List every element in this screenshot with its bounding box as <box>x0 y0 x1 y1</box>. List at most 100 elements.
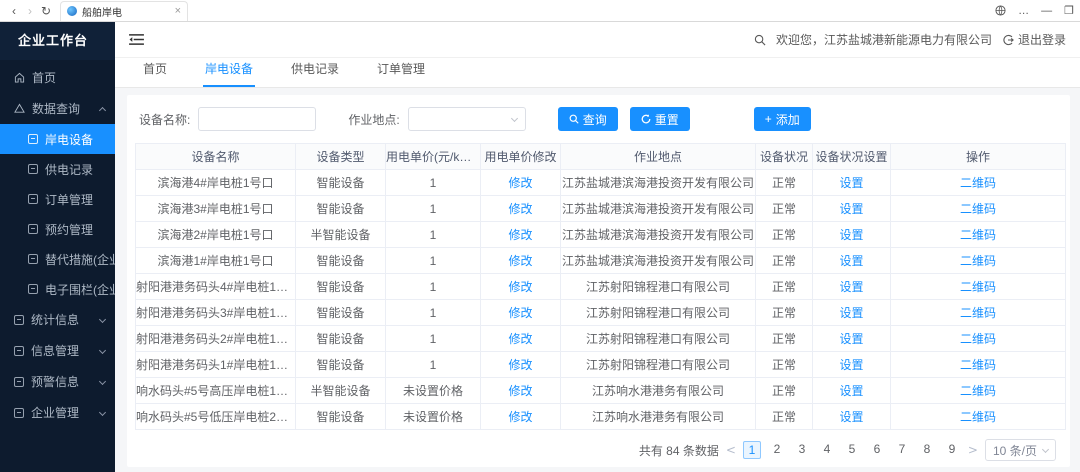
window-restore-icon[interactable]: ❐ <box>1064 4 1074 17</box>
sidebar-item-alternative-measures[interactable]: 替代措施(企业) <box>0 244 115 274</box>
modify-price-link[interactable]: 修改 <box>508 254 532 268</box>
app-title: 企业工作台 <box>0 22 115 60</box>
tab-power-supply-records[interactable]: 供电记录 <box>289 60 341 87</box>
sidebar-group-statistics[interactable]: 统计信息 <box>0 304 115 335</box>
status-setting-link[interactable]: 设置 <box>839 254 863 268</box>
logout-button[interactable]: 退出登录 <box>1002 31 1066 48</box>
status-setting-link[interactable]: 设置 <box>839 202 863 216</box>
sidebar-group-label: 统计信息 <box>31 311 79 328</box>
sidebar-item-power-supply-records[interactable]: 供电记录 <box>0 154 115 184</box>
status-setting-link[interactable]: 设置 <box>839 280 863 294</box>
qr-code-link[interactable]: 二维码 <box>960 228 996 242</box>
qr-code-link[interactable]: 二维码 <box>960 410 996 424</box>
pagination-prev-icon[interactable]: < <box>726 443 736 457</box>
col-location: 作业地点 <box>561 144 756 170</box>
modify-price-link[interactable]: 修改 <box>508 280 532 294</box>
pagination-page-5[interactable]: 5 <box>843 441 861 459</box>
qr-code-link[interactable]: 二维码 <box>960 254 996 268</box>
sidebar-collapse-icon[interactable] <box>129 33 144 46</box>
add-button[interactable]: + 添加 <box>754 107 811 131</box>
modify-price-link[interactable]: 修改 <box>508 228 532 242</box>
col-unit-price: 用电单价(元/kW-h) <box>386 144 481 170</box>
fence-icon <box>28 284 38 294</box>
sidebar-item-label: 供电记录 <box>45 161 93 178</box>
cell-device-name: 滨海港4#岸电桩1号口 <box>136 170 296 196</box>
qr-code-link[interactable]: 二维码 <box>960 176 996 190</box>
sidebar-group-warning[interactable]: 预警信息 <box>0 366 115 397</box>
chevron-down-icon <box>1042 445 1049 452</box>
status-setting-link[interactable]: 设置 <box>839 228 863 242</box>
modify-price-link[interactable]: 修改 <box>508 176 532 190</box>
device-icon <box>28 134 38 144</box>
top-header: 欢迎您，江苏盐城港新能源电力有限公司 退出登录 <box>115 22 1080 58</box>
pagination-page-7[interactable]: 7 <box>893 441 911 459</box>
reservation-icon <box>28 224 38 234</box>
pagination-page-2[interactable]: 2 <box>768 441 786 459</box>
sidebar-item-order-management[interactable]: 订单管理 <box>0 184 115 214</box>
tab-close-icon[interactable]: × <box>175 5 181 17</box>
tab-order-management[interactable]: 订单管理 <box>375 60 427 87</box>
pagination-page-1[interactable]: 1 <box>743 441 761 459</box>
sidebar-group-information[interactable]: 信息管理 <box>0 335 115 366</box>
browser-tab[interactable]: 船舶岸电 × <box>60 1 188 21</box>
pagination-page-4[interactable]: 4 <box>818 441 836 459</box>
qr-code-link[interactable]: 二维码 <box>960 358 996 372</box>
table-row: 射阳港港务码头2#岸电桩1号口 智能设备 1 修改 江苏射阳锦程港口有限公司 正… <box>136 326 1066 352</box>
chevron-down-icon <box>511 114 518 121</box>
sidebar-group-enterprise[interactable]: 企业管理 <box>0 397 115 428</box>
tab-shore-power-device[interactable]: 岸电设备 <box>203 60 255 87</box>
sidebar-item-home[interactable]: 首页 <box>0 62 115 93</box>
status-setting-link[interactable]: 设置 <box>839 332 863 346</box>
window-minimize-icon[interactable]: — <box>1041 5 1052 17</box>
cell-device-name: 滨海港1#岸电桩1号口 <box>136 248 296 274</box>
search-icon[interactable] <box>754 34 766 46</box>
cell-device-type: 智能设备 <box>296 326 386 352</box>
pagination-page-6[interactable]: 6 <box>868 441 886 459</box>
modify-price-link[interactable]: 修改 <box>508 306 532 320</box>
tab-home[interactable]: 首页 <box>141 60 169 87</box>
globe-icon[interactable] <box>995 5 1006 16</box>
sidebar-group-label: 预警信息 <box>31 373 79 390</box>
sidebar-group-data-query[interactable]: 数据查询 <box>0 93 115 124</box>
browser-forward-icon[interactable]: › <box>22 4 38 18</box>
status-setting-link[interactable]: 设置 <box>839 384 863 398</box>
qr-code-link[interactable]: 二维码 <box>960 384 996 398</box>
search-button[interactable]: 查询 <box>558 107 618 131</box>
sidebar-item-shore-power-device[interactable]: 岸电设备 <box>0 124 115 154</box>
pagination-page-9[interactable]: 9 <box>943 441 961 459</box>
modify-price-link[interactable]: 修改 <box>508 202 532 216</box>
qr-code-link[interactable]: 二维码 <box>960 332 996 346</box>
browser-more-icon[interactable]: … <box>1018 5 1029 17</box>
reset-button-label: 重置 <box>655 111 679 128</box>
sidebar-group-label: 数据查询 <box>32 100 80 117</box>
modify-price-link[interactable]: 修改 <box>508 332 532 346</box>
cell-location: 江苏盐城港滨海港投资开发有限公司 <box>561 248 756 274</box>
refresh-icon <box>641 114 651 124</box>
status-setting-link[interactable]: 设置 <box>839 358 863 372</box>
qr-code-link[interactable]: 二维码 <box>960 202 996 216</box>
device-name-input[interactable] <box>198 107 316 131</box>
sidebar-item-reservation-management[interactable]: 预约管理 <box>0 214 115 244</box>
cell-unit-price: 1 <box>386 274 481 300</box>
qr-code-link[interactable]: 二维码 <box>960 280 996 294</box>
table-header-row: 设备名称 设备类型 用电单价(元/kW-h) 用电单价修改 作业地点 设备状况 … <box>136 144 1066 170</box>
status-setting-link[interactable]: 设置 <box>839 410 863 424</box>
sidebar-group-label: 信息管理 <box>31 342 79 359</box>
browser-back-icon[interactable]: ‹ <box>6 4 22 18</box>
browser-refresh-icon[interactable]: ↻ <box>38 4 54 18</box>
sidebar-item-electronic-fence[interactable]: 电子围栏(企业) <box>0 274 115 304</box>
status-setting-link[interactable]: 设置 <box>839 176 863 190</box>
pagination-page-3[interactable]: 3 <box>793 441 811 459</box>
modify-price-link[interactable]: 修改 <box>508 358 532 372</box>
reset-button[interactable]: 重置 <box>630 107 690 131</box>
page-size-select[interactable]: 10 条/页 <box>985 439 1056 461</box>
location-select[interactable] <box>408 107 526 131</box>
pagination-next-icon[interactable]: > <box>968 443 978 457</box>
sidebar-group-label: 企业管理 <box>31 404 79 421</box>
pagination-page-8[interactable]: 8 <box>918 441 936 459</box>
modify-price-link[interactable]: 修改 <box>508 384 532 398</box>
logout-icon <box>1002 34 1014 46</box>
status-setting-link[interactable]: 设置 <box>839 306 863 320</box>
qr-code-link[interactable]: 二维码 <box>960 306 996 320</box>
modify-price-link[interactable]: 修改 <box>508 410 532 424</box>
